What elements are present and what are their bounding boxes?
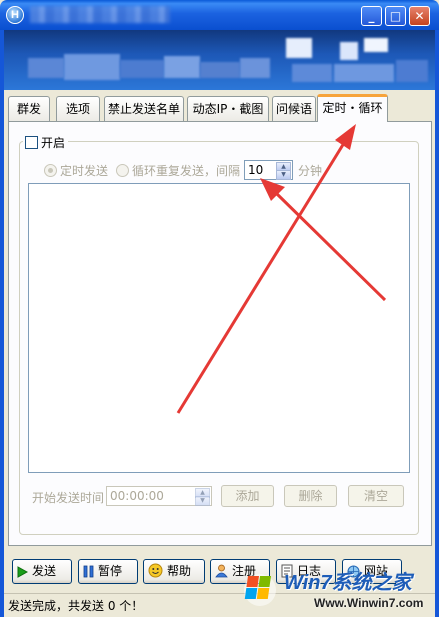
- tab-group-send[interactable]: 群发: [8, 96, 50, 121]
- start-time-label: 开始发送时间: [32, 491, 105, 505]
- title-bar[interactable]: H _ □ ✕: [0, 0, 439, 30]
- pause-icon: [83, 563, 94, 586]
- start-time-value[interactable]: 00:00:00: [110, 489, 164, 503]
- pause-button[interactable]: 暂停: [78, 559, 138, 584]
- message-textarea[interactable]: [28, 183, 410, 473]
- radio-unselected-icon[interactable]: [116, 164, 129, 177]
- play-icon: [17, 563, 29, 586]
- tab-dynamic-ip-screenshot[interactable]: 动态IP・截图: [187, 96, 269, 121]
- delete-button[interactable]: 删除: [284, 485, 337, 507]
- help-button[interactable]: 帮助: [143, 559, 205, 584]
- enable-checkbox[interactable]: 开启: [23, 134, 69, 150]
- tab-options[interactable]: 选项: [56, 96, 100, 121]
- watermark-brand: Win7系统之家: [284, 572, 412, 594]
- send-label: 发送: [32, 564, 57, 578]
- watermark: Win7系统之家 Www.Winwin7.com: [240, 560, 438, 617]
- status-text: 发送完成，共发送 0 个！: [8, 599, 144, 613]
- interval-unit-label: 分钟: [298, 164, 323, 178]
- smiley-help-icon: [148, 563, 163, 586]
- radio-loop-label: 循环重复发送，间隔: [132, 164, 241, 178]
- close-button[interactable]: ✕: [409, 6, 430, 26]
- minimize-button[interactable]: _: [361, 6, 382, 26]
- radio-scheduled-send[interactable]: 定时发送: [44, 162, 108, 179]
- spin-down-icon[interactable]: ▼: [276, 170, 291, 180]
- add-button[interactable]: 添加: [221, 485, 274, 507]
- maximize-button[interactable]: □: [385, 6, 406, 26]
- window-frame-right: [435, 30, 439, 617]
- window-frame-left: [0, 30, 4, 617]
- tab-block-list[interactable]: 禁止发送名单: [104, 96, 184, 121]
- send-button[interactable]: 发送: [12, 559, 72, 584]
- banner-image: [4, 30, 435, 90]
- enable-label: 开启: [41, 136, 66, 150]
- user-icon: [215, 563, 228, 586]
- time-down-icon[interactable]: ▼: [195, 496, 210, 506]
- watermark-url: Www.Winwin7.com: [314, 596, 424, 610]
- radio-loop-send[interactable]: 循环重复发送，间隔: [116, 162, 240, 179]
- pause-label: 暂停: [98, 564, 123, 578]
- clear-button[interactable]: 清空: [348, 485, 404, 507]
- tab-greetings[interactable]: 问候语: [272, 96, 316, 121]
- start-time-picker[interactable]: 00:00:00 ▲ ▼: [106, 486, 212, 506]
- help-label: 帮助: [167, 564, 192, 578]
- radio-selected-icon[interactable]: [44, 164, 57, 177]
- radio-scheduled-label: 定时发送: [60, 164, 109, 178]
- interval-value[interactable]: 10: [248, 163, 263, 177]
- app-icon[interactable]: H: [6, 6, 24, 24]
- checkbox-icon[interactable]: [25, 136, 38, 149]
- tab-timer-loop[interactable]: 定时・循环: [317, 94, 388, 122]
- window-title-obscured: [30, 6, 170, 23]
- interval-spinner[interactable]: 10 ▲ ▼: [244, 160, 293, 180]
